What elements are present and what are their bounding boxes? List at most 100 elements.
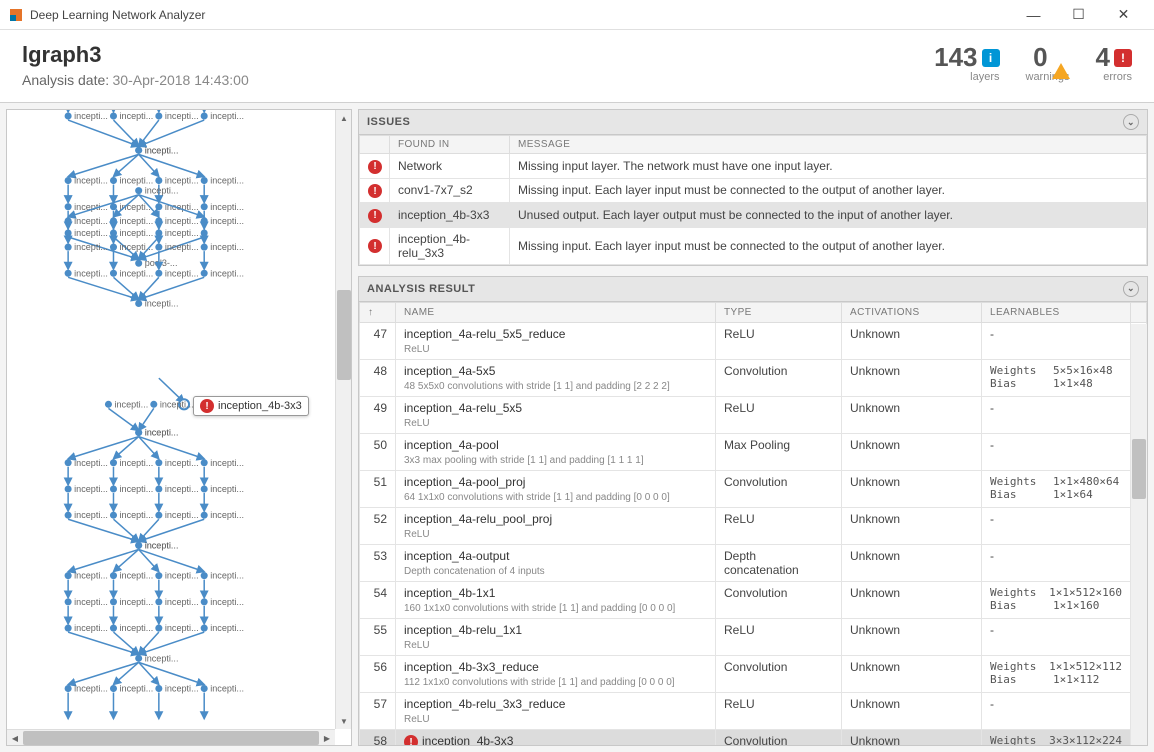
- layer-activations: Unknown: [842, 396, 982, 433]
- table-row[interactable]: 52 inception_4a-relu_pool_projReLU ReLU …: [360, 507, 1147, 544]
- layer-activations: Unknown: [842, 322, 982, 359]
- table-row[interactable]: 55 inception_4b-relu_1x1ReLU ReLU Unknow…: [360, 618, 1147, 655]
- row-index: 55: [360, 618, 396, 655]
- col-found-in[interactable]: FOUND IN: [390, 136, 510, 154]
- row-index: 51: [360, 470, 396, 507]
- issue-row[interactable]: ! conv1-7x7_s2 Missing input. Each layer…: [360, 178, 1147, 203]
- table-row[interactable]: 57 inception_4b-relu_3x3_reduceReLU ReLU…: [360, 692, 1147, 729]
- row-index: 48: [360, 359, 396, 396]
- svg-text:pool3-...: pool3-...: [145, 258, 178, 268]
- svg-text:incepti...: incepti...: [120, 571, 154, 581]
- minimize-button[interactable]: —: [1011, 0, 1056, 30]
- svg-text:incepti...: incepti...: [210, 268, 244, 278]
- svg-text:incepti...: incepti...: [165, 176, 199, 186]
- svg-text:incepti...: incepti...: [210, 484, 244, 494]
- svg-text:incepti...: incepti...: [120, 623, 154, 633]
- layer-name-cell: inception_4a-5x548 5x5x0 convolutions wi…: [396, 359, 716, 396]
- layer-activations: Unknown: [842, 581, 982, 618]
- vertical-scrollbar[interactable]: [1131, 324, 1147, 746]
- collapse-icon[interactable]: ⌄: [1123, 114, 1139, 130]
- svg-text:incepti...: incepti...: [74, 111, 108, 121]
- layer-name-cell: inception_4a-relu_pool_projReLU: [396, 507, 716, 544]
- layer-learnables: Weights1×1×480×64Bias1×1×64: [982, 470, 1131, 507]
- svg-text:incepti...: incepti...: [210, 242, 244, 252]
- layer-type: ReLU: [716, 396, 842, 433]
- close-button[interactable]: ✕: [1101, 0, 1146, 30]
- maximize-button[interactable]: ☐: [1056, 0, 1101, 30]
- layer-activations: Unknown: [842, 433, 982, 470]
- svg-text:incepti...: incepti...: [120, 458, 154, 468]
- collapse-icon[interactable]: ⌄: [1123, 281, 1139, 297]
- svg-text:incepti...: incepti...: [74, 268, 108, 278]
- table-row[interactable]: 58 !inception_4b-3x3224 3x3x0 convolutio…: [360, 729, 1147, 745]
- svg-text:incepti...: incepti...: [165, 684, 199, 694]
- svg-text:incepti...: incepti...: [120, 111, 154, 121]
- layer-type: Convolution: [716, 581, 842, 618]
- layer-learnables: -: [982, 692, 1131, 729]
- svg-text:incepti...: incepti...: [210, 176, 244, 186]
- svg-text:incepti...: incepti...: [145, 186, 179, 196]
- analysis-table: ↑ NAME TYPE ACTIVATIONS LEARNABLES 47 in…: [359, 302, 1147, 746]
- analysis-header: ANALYSIS RESULT ⌄: [359, 277, 1147, 302]
- layer-name-cell: !inception_4b-3x3224 3x3x0 convolutions …: [396, 729, 716, 745]
- svg-text:incepti...: incepti...: [120, 216, 154, 226]
- layer-name-cell: inception_4a-pool_proj64 1x1x0 convoluti…: [396, 470, 716, 507]
- graph-canvas[interactable]: incepti...incepti...incepti...incepti...…: [7, 110, 351, 745]
- horizontal-scrollbar[interactable]: ◀▶: [7, 729, 335, 745]
- layer-name-cell: inception_4a-relu_5x5ReLU: [396, 396, 716, 433]
- table-row[interactable]: 49 inception_4a-relu_5x5ReLU ReLU Unknow…: [360, 396, 1147, 433]
- svg-text:incepti...: incepti...: [74, 176, 108, 186]
- issue-message: Unused output. Each layer output must be…: [510, 203, 1147, 228]
- issue-row[interactable]: ! inception_4b-3x3 Unused output. Each l…: [360, 203, 1147, 228]
- col-name[interactable]: NAME: [396, 302, 716, 322]
- svg-text:incepti...: incepti...: [165, 111, 199, 121]
- issues-header: ISSUES ⌄: [359, 110, 1147, 135]
- svg-text:incepti...: incepti...: [74, 597, 108, 607]
- row-index: 54: [360, 581, 396, 618]
- svg-text:incepti...: incepti...: [165, 458, 199, 468]
- node-callout[interactable]: ! inception_4b-3x3: [193, 396, 309, 416]
- table-row[interactable]: 54 inception_4b-1x1160 1x1x0 convolution…: [360, 581, 1147, 618]
- layer-type: Convolution: [716, 470, 842, 507]
- col-index[interactable]: ↑: [360, 302, 396, 322]
- vertical-scrollbar[interactable]: ▲▼: [335, 110, 351, 729]
- window-titlebar: Deep Learning Network Analyzer — ☐ ✕: [0, 0, 1154, 30]
- col-activations[interactable]: ACTIVATIONS: [842, 302, 982, 322]
- issue-row[interactable]: ! Network Missing input layer. The netwo…: [360, 154, 1147, 179]
- table-row[interactable]: 48 inception_4a-5x548 5x5x0 convolutions…: [360, 359, 1147, 396]
- svg-text:incepti...: incepti...: [74, 216, 108, 226]
- svg-text:incepti...: incepti...: [120, 484, 154, 494]
- layer-learnables: Weights5×5×16×48Bias1×1×48: [982, 359, 1131, 396]
- issues-table: FOUND IN MESSAGE ! Network Missing input…: [359, 135, 1147, 265]
- table-row[interactable]: 56 inception_4b-3x3_reduce112 1x1x0 conv…: [360, 655, 1147, 692]
- layer-name-cell: inception_4b-1x1160 1x1x0 convolutions w…: [396, 581, 716, 618]
- layer-type: Convolution: [716, 729, 842, 745]
- window-controls: — ☐ ✕: [1011, 0, 1146, 30]
- layer-name-cell: inception_4b-relu_3x3_reduceReLU: [396, 692, 716, 729]
- svg-text:incepti...: incepti...: [74, 458, 108, 468]
- col-message[interactable]: MESSAGE: [510, 136, 1147, 154]
- col-type[interactable]: TYPE: [716, 302, 842, 322]
- error-icon: !: [1114, 49, 1132, 67]
- col-learnables[interactable]: LEARNABLES: [982, 302, 1131, 322]
- layer-activations: Unknown: [842, 544, 982, 581]
- layer-activations: Unknown: [842, 618, 982, 655]
- stat-layers: 143i layers: [934, 42, 999, 83]
- analysis-panel: ANALYSIS RESULT ⌄ ↑ NAME TYPE ACTIVATION…: [358, 276, 1148, 747]
- layer-type: Convolution: [716, 359, 842, 396]
- row-index: 52: [360, 507, 396, 544]
- issues-panel: ISSUES ⌄ FOUND IN MESSAGE ! Network Miss…: [358, 109, 1148, 266]
- table-row[interactable]: 53 inception_4a-outputDepth concatenatio…: [360, 544, 1147, 581]
- svg-text:incepti...: incepti...: [120, 684, 154, 694]
- svg-text:incepti...: incepti...: [74, 571, 108, 581]
- error-icon: !: [200, 399, 214, 413]
- table-row[interactable]: 47 inception_4a-relu_5x5_reduceReLU ReLU…: [360, 322, 1147, 359]
- error-icon: !: [368, 209, 382, 223]
- info-icon: i: [982, 49, 1000, 67]
- error-icon: !: [404, 735, 418, 745]
- issue-row[interactable]: ! inception_4b-relu_3x3 Missing input. E…: [360, 227, 1147, 264]
- svg-text:incepti...: incepti...: [120, 597, 154, 607]
- svg-text:incepti...: incepti...: [210, 571, 244, 581]
- table-row[interactable]: 51 inception_4a-pool_proj64 1x1x0 convol…: [360, 470, 1147, 507]
- table-row[interactable]: 50 inception_4a-pool3x3 max pooling with…: [360, 433, 1147, 470]
